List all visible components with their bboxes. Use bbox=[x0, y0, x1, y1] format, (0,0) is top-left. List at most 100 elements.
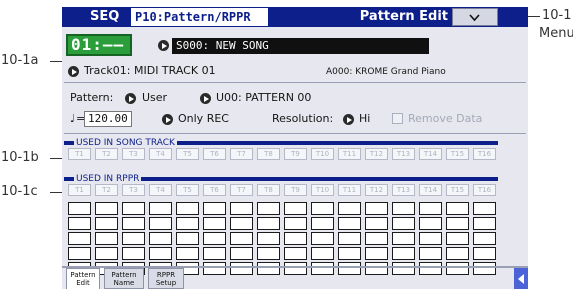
grid-cell[interactable] bbox=[446, 202, 469, 215]
back-arrow-icon[interactable] bbox=[514, 268, 528, 289]
grid-cell[interactable] bbox=[230, 247, 253, 260]
tab-rppr-setup[interactable]: RPPR Setup bbox=[148, 268, 184, 289]
tempo-mode[interactable]: Only REC bbox=[178, 112, 229, 126]
grid-cell[interactable] bbox=[311, 247, 334, 260]
tab-pattern-name[interactable]: Pattern Name bbox=[104, 268, 144, 289]
grid-cell[interactable] bbox=[392, 232, 415, 245]
grid-cell[interactable] bbox=[176, 202, 199, 215]
grid-cell[interactable] bbox=[338, 247, 361, 260]
grid-cell[interactable] bbox=[419, 217, 442, 230]
grid-cell[interactable] bbox=[338, 202, 361, 215]
grid-cell[interactable] bbox=[284, 232, 307, 245]
page-selector[interactable]: P10:Pattern/RPPR bbox=[131, 8, 268, 26]
grid-cell[interactable] bbox=[176, 217, 199, 230]
mode-label: SEQ bbox=[90, 9, 120, 24]
grid-cell[interactable] bbox=[419, 247, 442, 260]
grid-cell[interactable] bbox=[419, 262, 442, 275]
grid-cell[interactable] bbox=[338, 262, 361, 275]
grid-cell[interactable] bbox=[473, 202, 496, 215]
grid-cell[interactable] bbox=[122, 202, 145, 215]
grid-cell[interactable] bbox=[365, 247, 388, 260]
grid-cell[interactable] bbox=[122, 247, 145, 260]
grid-cell[interactable] bbox=[311, 262, 334, 275]
grid-cell[interactable] bbox=[149, 217, 172, 230]
grid-cell[interactable] bbox=[446, 232, 469, 245]
pattern-select[interactable]: U00: PATTERN 00 bbox=[216, 91, 311, 105]
grid-cell[interactable] bbox=[311, 202, 334, 215]
grid-cell[interactable] bbox=[473, 232, 496, 245]
remove-data-checkbox[interactable] bbox=[392, 113, 403, 124]
grid-cell[interactable] bbox=[257, 232, 280, 245]
grid-cell[interactable] bbox=[203, 262, 226, 275]
tempo-mode-popup-icon[interactable] bbox=[162, 114, 173, 125]
grid-cell[interactable] bbox=[338, 232, 361, 245]
grid-cell[interactable] bbox=[176, 232, 199, 245]
track-popup-icon[interactable] bbox=[68, 66, 79, 77]
grid-cell[interactable] bbox=[149, 247, 172, 260]
grid-cell[interactable] bbox=[203, 247, 226, 260]
pattern-bank-popup-icon[interactable] bbox=[125, 93, 136, 104]
grid-cell[interactable] bbox=[95, 232, 118, 245]
grid-cell[interactable] bbox=[446, 262, 469, 275]
grid-cell[interactable] bbox=[68, 232, 91, 245]
tempo-field[interactable]: 120.00 bbox=[84, 111, 132, 127]
resolution-popup-icon[interactable] bbox=[343, 114, 354, 125]
grid-cell[interactable] bbox=[95, 217, 118, 230]
grid-cell[interactable] bbox=[68, 202, 91, 215]
grid-cell[interactable] bbox=[68, 217, 91, 230]
grid-cell[interactable] bbox=[365, 217, 388, 230]
grid-cell[interactable] bbox=[203, 232, 226, 245]
grid-cell[interactable] bbox=[257, 217, 280, 230]
song-select[interactable]: S000: NEW SONG bbox=[172, 38, 429, 54]
grid-cell[interactable] bbox=[284, 262, 307, 275]
grid-cell[interactable] bbox=[311, 232, 334, 245]
grid-cell[interactable] bbox=[392, 202, 415, 215]
grid-cell[interactable] bbox=[95, 247, 118, 260]
grid-cell[interactable] bbox=[230, 202, 253, 215]
resolution-label: Resolution: bbox=[272, 112, 334, 125]
grid-cell[interactable] bbox=[419, 202, 442, 215]
grid-cell[interactable] bbox=[311, 217, 334, 230]
grid-cell[interactable] bbox=[149, 232, 172, 245]
grid-cell[interactable] bbox=[446, 217, 469, 230]
grid-cell[interactable] bbox=[392, 247, 415, 260]
grid-cell[interactable] bbox=[365, 262, 388, 275]
pattern-popup-icon[interactable] bbox=[200, 93, 211, 104]
grid-cell[interactable] bbox=[284, 202, 307, 215]
grid-cell[interactable] bbox=[257, 247, 280, 260]
track-indicator-t10: T10 bbox=[311, 148, 334, 160]
location-field[interactable]: 01:—— bbox=[66, 34, 132, 56]
grid-cell[interactable] bbox=[392, 217, 415, 230]
grid-cell[interactable] bbox=[230, 262, 253, 275]
grid-cell[interactable] bbox=[122, 217, 145, 230]
grid-cell[interactable] bbox=[257, 262, 280, 275]
grid-cell[interactable] bbox=[149, 202, 172, 215]
tab-label: Name bbox=[113, 279, 135, 287]
grid-cell[interactable] bbox=[473, 247, 496, 260]
grid-cell[interactable] bbox=[203, 217, 226, 230]
track-select[interactable]: Track01: MIDI TRACK 01 bbox=[84, 64, 216, 78]
page-menu-button[interactable] bbox=[452, 8, 498, 26]
grid-cell[interactable] bbox=[230, 217, 253, 230]
song-popup-icon[interactable] bbox=[158, 40, 169, 51]
grid-cell[interactable] bbox=[473, 217, 496, 230]
grid-cell[interactable] bbox=[446, 247, 469, 260]
grid-cell[interactable] bbox=[473, 262, 496, 275]
grid-cell[interactable] bbox=[365, 232, 388, 245]
grid-cell[interactable] bbox=[284, 247, 307, 260]
pattern-bank[interactable]: User bbox=[142, 91, 167, 105]
grid-cell[interactable] bbox=[176, 247, 199, 260]
grid-cell[interactable] bbox=[230, 232, 253, 245]
resolution-value[interactable]: Hi bbox=[359, 112, 370, 126]
grid-cell[interactable] bbox=[95, 202, 118, 215]
grid-cell[interactable] bbox=[419, 232, 442, 245]
grid-cell[interactable] bbox=[338, 217, 361, 230]
grid-cell[interactable] bbox=[68, 247, 91, 260]
grid-cell[interactable] bbox=[257, 202, 280, 215]
grid-cell[interactable] bbox=[284, 217, 307, 230]
tab-pattern-edit[interactable]: Pattern Edit bbox=[66, 268, 100, 289]
grid-cell[interactable] bbox=[203, 202, 226, 215]
grid-cell[interactable] bbox=[122, 232, 145, 245]
grid-cell[interactable] bbox=[392, 262, 415, 275]
grid-cell[interactable] bbox=[365, 202, 388, 215]
